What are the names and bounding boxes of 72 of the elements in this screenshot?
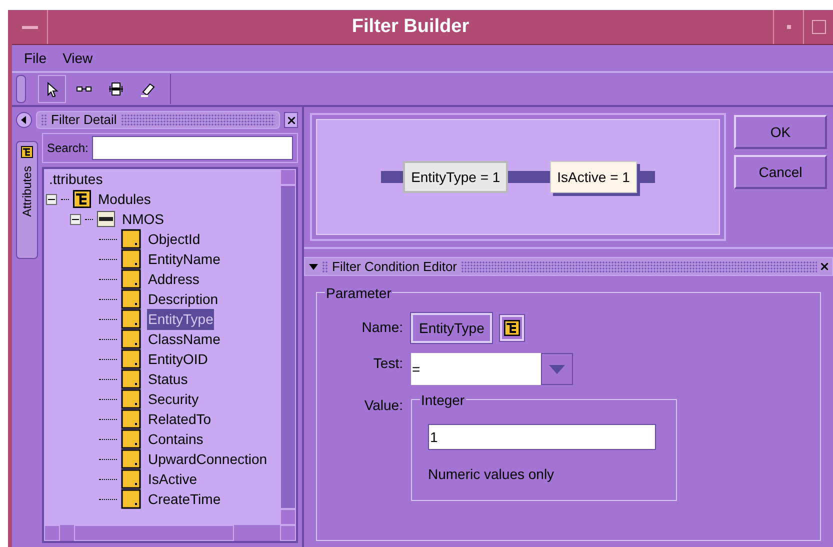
- grouped-boxes-icon: [108, 81, 124, 97]
- module-icon: [97, 211, 115, 227]
- tree-item[interactable]: Address: [147, 268, 200, 290]
- menu-item[interactable]: View: [62, 48, 93, 68]
- attribute-icon: [121, 369, 141, 389]
- name-label: Name:: [360, 318, 403, 337]
- tree-item[interactable]: UpwardConnection: [147, 448, 268, 470]
- dialog-button[interactable]: Cancel: [734, 155, 827, 189]
- hierarchy-icon: [504, 320, 520, 336]
- toolbar-grip[interactable]: [16, 75, 26, 103]
- collapse-toggle[interactable]: [46, 194, 57, 204]
- attribute-icon: [121, 429, 141, 449]
- panel-title: Filter Condition Editor: [332, 258, 457, 276]
- left-triangle-icon: [21, 116, 27, 124]
- hierarchy-icon: [21, 146, 33, 158]
- tree-item[interactable]: Status: [147, 368, 189, 390]
- eraser-icon: [140, 81, 156, 97]
- attribute-icon: [121, 309, 141, 329]
- attribute-icon: [121, 289, 141, 309]
- value-field[interactable]: 1: [428, 424, 656, 450]
- tree-item[interactable]: Modules: [97, 188, 152, 210]
- filter-node[interactable]: IsActive = 1: [550, 161, 637, 193]
- collapse-button[interactable]: [16, 112, 32, 128]
- dropdown-value: =: [411, 353, 541, 385]
- tree-item[interactable]: RelatedTo: [147, 408, 212, 430]
- filter-node[interactable]: EntityType = 1: [403, 161, 508, 193]
- tree-item[interactable]: .ttributes: [48, 169, 104, 190]
- tree-item[interactable]: Description: [147, 288, 220, 310]
- tree-item[interactable]: EntityName: [147, 248, 222, 270]
- horizontal-scrollbar[interactable]: [44, 525, 296, 541]
- tree-item[interactable]: IsActive: [147, 468, 198, 490]
- side-tab[interactable]: Attributes: [16, 141, 38, 259]
- test-dropdown[interactable]: =: [411, 353, 573, 385]
- value-label: Value:: [363, 396, 403, 415]
- test-label: Test:: [372, 354, 403, 373]
- tool-button[interactable]: [38, 75, 66, 103]
- hierarchy-icon: [73, 190, 91, 208]
- search-field[interactable]: [92, 136, 293, 160]
- tree-item[interactable]: EntityOID: [147, 348, 209, 370]
- tree-item[interactable]: Contains: [147, 428, 204, 450]
- dropdown-arrow-icon[interactable]: [309, 264, 318, 270]
- panel-title: Filter Detail: [51, 111, 117, 130]
- close-icon: [288, 116, 294, 124]
- name-field[interactable]: EntityType: [411, 313, 492, 343]
- close-button[interactable]: [284, 112, 298, 128]
- caret-icon: [549, 364, 565, 374]
- dialog-button[interactable]: OK: [734, 115, 827, 149]
- attribute-picker-button[interactable]: [500, 315, 524, 341]
- hint-text: Numeric values only: [428, 465, 554, 484]
- tree-item[interactable]: NMOS: [121, 208, 165, 230]
- collapse-toggle[interactable]: [70, 214, 81, 224]
- attribute-icon: [121, 409, 141, 429]
- tree-item[interactable]: CreateTime: [147, 488, 222, 510]
- attribute-icon: [121, 349, 141, 369]
- attribute-icon: [121, 269, 141, 289]
- window-title: Filter Builder: [350, 14, 470, 39]
- tree-item[interactable]: ClassName: [147, 328, 222, 350]
- attribute-icon: [121, 389, 141, 409]
- attribute-icon: [121, 229, 141, 249]
- side-tab-label: Attributes: [19, 166, 35, 217]
- menu-item[interactable]: File: [24, 48, 47, 68]
- tree-item[interactable]: Security: [147, 388, 200, 410]
- attribute-icon: [121, 469, 141, 489]
- search-label: Search:: [47, 140, 88, 157]
- attribute-icon: [121, 449, 141, 469]
- scroll-thumb[interactable]: [74, 525, 234, 541]
- tree-item[interactable]: EntityType: [147, 308, 214, 330]
- tree-item[interactable]: ObjectId: [147, 228, 202, 250]
- close-icon[interactable]: [821, 263, 828, 270]
- attribute-icon: [121, 329, 141, 349]
- attribute-icon: [121, 489, 141, 509]
- attribute-icon: [121, 249, 141, 269]
